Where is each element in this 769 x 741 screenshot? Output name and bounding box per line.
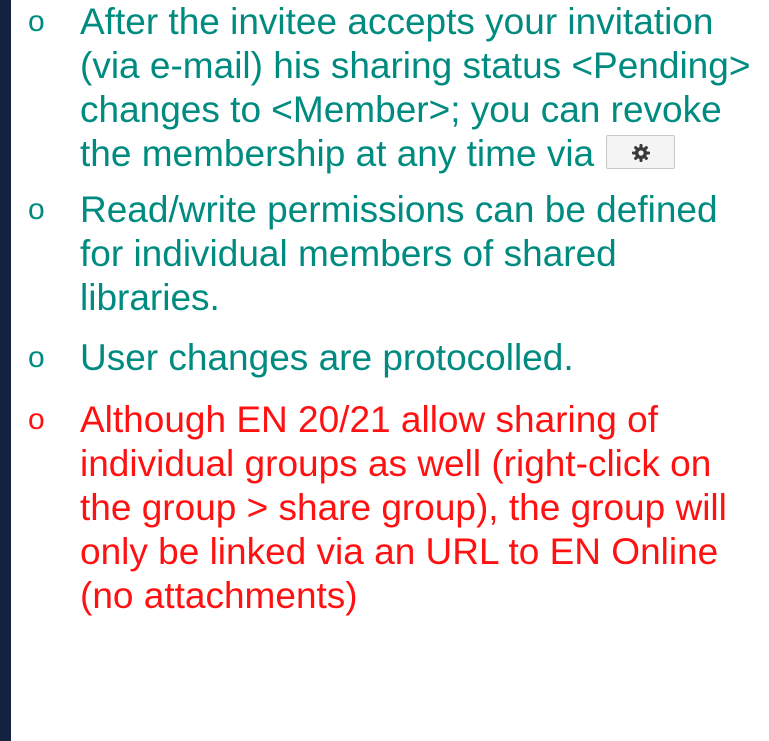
bullet-marker: o (28, 5, 45, 38)
bullet-list: o After the invitee accepts your invitat… (28, 0, 763, 618)
bullet-marker: o (28, 193, 45, 226)
bullet-text: Although EN 20/21 allow sharing of indiv… (80, 399, 727, 616)
bullet-marker: o (28, 341, 45, 374)
bullet-permissions: o Read/write permissions can be defined … (28, 188, 763, 320)
bullet-membership: o After the invitee accepts your invitat… (28, 0, 763, 176)
settings-button[interactable] (606, 135, 676, 170)
slide-side-bar (0, 0, 11, 741)
gear-icon (632, 144, 651, 163)
bullet-text: Read/write permissions can be defined fo… (80, 189, 718, 318)
bullet-text: User changes are protocolled. (80, 337, 574, 378)
bullet-protocol: o User changes are protocolled. (28, 336, 763, 380)
bullet-group-sharing-warning: o Although EN 20/21 allow sharing of ind… (28, 398, 763, 618)
bullet-marker: o (28, 403, 45, 436)
